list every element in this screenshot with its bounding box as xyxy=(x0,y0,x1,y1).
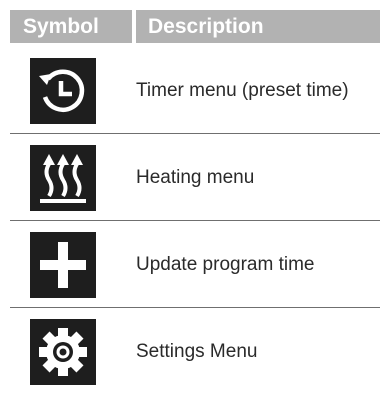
heating-icon xyxy=(40,154,86,203)
row-divider xyxy=(10,307,380,308)
row-description: Settings Menu xyxy=(136,341,258,362)
plus-icon xyxy=(40,242,86,288)
table-row: Heating menu xyxy=(10,135,380,221)
heating-symbol xyxy=(30,145,96,211)
row-description: Update program time xyxy=(136,254,315,275)
plus-symbol xyxy=(30,232,96,298)
header-symbol: Symbol xyxy=(10,10,132,43)
table-row: Timer menu (preset time) xyxy=(10,48,380,134)
table-header: Symbol Description xyxy=(10,10,380,43)
row-divider xyxy=(10,220,380,221)
gear-icon xyxy=(39,328,87,376)
row-description: Timer menu (preset time) xyxy=(136,80,349,101)
row-description: Heating menu xyxy=(136,167,255,188)
table-row: Settings Menu xyxy=(10,309,380,395)
timer-symbol xyxy=(30,58,96,124)
gear-symbol xyxy=(30,319,96,385)
timer-icon xyxy=(39,69,85,112)
header-description: Description xyxy=(136,10,380,43)
symbol-table: Symbol Description Timer menu (preset ti… xyxy=(10,10,380,385)
table-row: Update program time xyxy=(10,222,380,308)
row-divider xyxy=(10,133,380,134)
